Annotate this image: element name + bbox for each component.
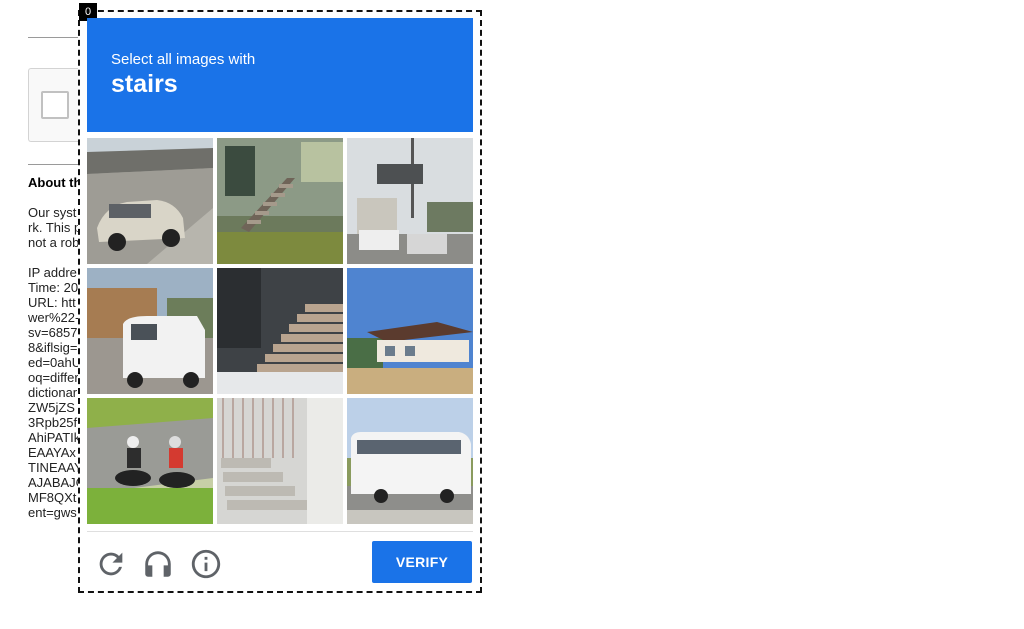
tile-image	[87, 138, 213, 264]
image-tile-5[interactable]	[217, 268, 343, 394]
image-tile-1[interactable]	[87, 138, 213, 264]
tile-image	[87, 268, 213, 394]
about-line	[28, 250, 85, 265]
footer-divider	[87, 531, 473, 532]
about-line: sv=6857	[28, 325, 78, 340]
about-line: MF8QXt	[28, 490, 77, 505]
about-line: Our syst	[28, 205, 77, 220]
about-line: rk. This p	[28, 220, 82, 235]
tile-image	[217, 268, 343, 394]
about-line: wer%22-	[28, 310, 80, 325]
about-text: Our syst rk. This p not a rob IP addre T…	[28, 205, 85, 520]
tile-image	[347, 268, 473, 394]
about-line: AJABAJC	[28, 475, 86, 490]
captcha-challenge-frame: 0 Select all images with stairs VERIFY	[78, 3, 482, 593]
about-line: ed=0ahU	[28, 355, 82, 370]
about-line: 8&iflsig=	[28, 340, 78, 355]
image-tile-3[interactable]	[347, 138, 473, 264]
image-tile-4[interactable]	[87, 268, 213, 394]
image-tile-7[interactable]	[87, 398, 213, 524]
tile-image	[217, 398, 343, 524]
challenge-header: Select all images with stairs	[87, 18, 473, 132]
tile-image	[347, 398, 473, 524]
about-line: Time: 20	[28, 280, 79, 295]
challenge-target: stairs	[111, 70, 178, 98]
info-icon[interactable]	[189, 547, 223, 581]
image-tile-6[interactable]	[347, 268, 473, 394]
about-line: not a rob	[28, 235, 80, 250]
verify-button[interactable]: VERIFY	[372, 541, 472, 583]
about-line[interactable]: URL: htt	[28, 295, 85, 310]
about-line: ZW5jZS	[28, 400, 75, 415]
tile-image	[87, 398, 213, 524]
image-tile-9[interactable]	[347, 398, 473, 524]
tile-image	[347, 138, 473, 264]
headphones-icon[interactable]	[141, 547, 175, 581]
about-line: oq=differ	[28, 370, 79, 385]
about-line: 3Rpb25f	[28, 415, 78, 430]
tile-image	[217, 138, 343, 264]
image-tile-8[interactable]	[217, 398, 343, 524]
challenge-instruction: Select all images with	[111, 51, 256, 68]
about-line: TINEAAY	[28, 460, 83, 475]
about-line: ent=gws	[28, 505, 77, 520]
reload-icon[interactable]	[94, 547, 128, 581]
about-title: About th	[28, 175, 82, 190]
about-line: dictionar	[28, 385, 78, 400]
recaptcha-checkbox[interactable]	[41, 91, 69, 119]
about-line: AhiPATIk	[28, 430, 81, 445]
about-line: IP addre	[28, 265, 77, 280]
about-line: EAAYAx	[28, 445, 76, 460]
image-tile-2[interactable]	[217, 138, 343, 264]
image-grid	[87, 138, 473, 524]
